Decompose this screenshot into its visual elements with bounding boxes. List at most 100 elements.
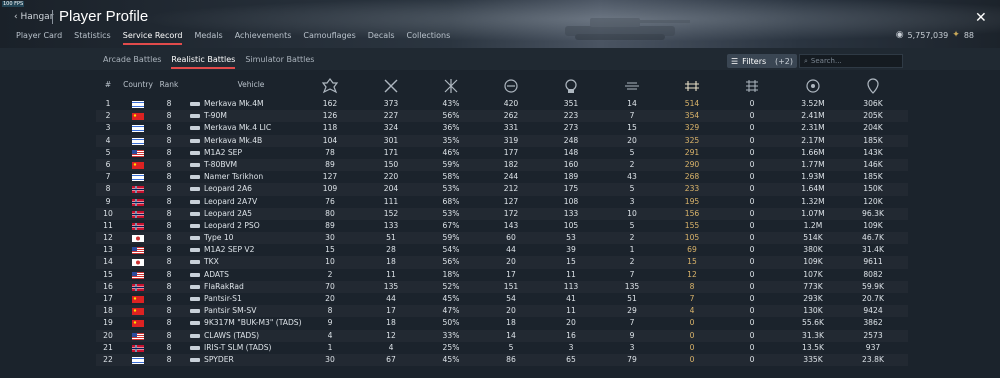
col-vehicle[interactable]: Vehicle [226, 80, 276, 89]
row-vehicle[interactable]: 9K317M "BUK-M3" (TADS) [190, 318, 302, 327]
vehicle-type-icon [190, 260, 200, 265]
stat-cell: 109K [803, 257, 823, 267]
table-row[interactable]: 21 8 IRIS-T SLM (TADS) 1 4 25% 5 3 3 0 0 13.5K 937 [96, 342, 908, 354]
table-row[interactable]: 2 8 T-90M 126 227 56% 262 223 7 354 0 2.41M 205K [96, 110, 908, 122]
tab-player-card[interactable]: Player Card [16, 31, 62, 45]
table-row[interactable]: 16 8 FlaRakRad 70 135 52% 151 113 135 8 0 773K 59.9K [96, 281, 908, 293]
table-row[interactable]: 3 8 Merkava Mk.4 LIC 118 324 36% 331 273 15 329 0 2… [96, 122, 908, 134]
row-vehicle[interactable]: Leopard 2 PSO [190, 221, 260, 230]
flag-norway-icon [132, 344, 144, 352]
tab-statistics[interactable]: Statistics [74, 31, 111, 45]
ground-kills-icon[interactable] [562, 78, 580, 94]
victories-icon[interactable] [442, 78, 460, 94]
col-rank[interactable]: Rank [156, 80, 182, 89]
row-rank: 8 [166, 306, 172, 316]
vehicle-type-icon [190, 138, 200, 143]
row-vehicle[interactable]: FlaRakRad [190, 282, 244, 291]
table-row[interactable]: 15 8 ADATS 2 11 18% 17 11 7 12 0 107K 8082 [96, 269, 908, 281]
row-vehicle[interactable]: ADATS [190, 270, 229, 279]
stat-cell: 0 [749, 233, 755, 243]
row-rank: 8 [166, 245, 172, 255]
vehicle-name: SPYDER [204, 354, 234, 364]
table-row[interactable]: 19 8 9K317M "BUK-M3" (TADS) 9 18 50% 18 20 7 0 0 55… [96, 317, 908, 329]
row-vehicle[interactable]: Leopard 2A7V [190, 197, 257, 206]
row-vehicle[interactable]: Leopard 2A6 [190, 184, 252, 193]
row-vehicle[interactable]: Merkava Mk.4B [190, 136, 262, 145]
air-kills-icon[interactable] [623, 78, 641, 94]
table-row[interactable]: 22 8 SPYDER 30 67 45% 86 65 79 0 0 335K 23.8K [96, 354, 908, 366]
row-vehicle[interactable]: CLAWS (TADS) [190, 331, 259, 340]
tab-realistic-battles[interactable]: Realistic Battles [171, 55, 236, 69]
back-button[interactable]: ‹ Hangar [14, 12, 53, 22]
table-row[interactable]: 18 8 Pantsir SM-SV 8 17 47% 20 11 29 4 0 130K 9424 [96, 305, 908, 317]
stat-cell: 185K [863, 172, 883, 182]
battles-icon[interactable] [321, 78, 339, 94]
row-vehicle[interactable]: Type 10 [190, 233, 234, 242]
table-row[interactable]: 1 8 Merkava Mk.4M 162 373 43% 420 351 14 514 0 3.52… [96, 98, 908, 110]
stat-cell: 9424 [863, 306, 883, 316]
tab-camouflages[interactable]: Camouflages [303, 31, 355, 45]
tab-decals[interactable]: Decals [368, 31, 395, 45]
deaths-icon[interactable] [502, 78, 520, 94]
row-vehicle[interactable]: IRIS-T SLM (TADS) [190, 343, 272, 352]
table-row[interactable]: 6 8 T-80BVM 89 150 59% 182 160 2 290 0 1.77M 146K [96, 159, 908, 171]
col-country[interactable]: Country [122, 80, 154, 89]
sl-icon[interactable] [864, 78, 882, 94]
stat-cell: 20 [506, 257, 516, 267]
table-row[interactable]: 5 8 M1A2 SEP 78 171 46% 177 148 5 291 0 1.66M 143K [96, 147, 908, 159]
stat-cell: 89 [325, 159, 335, 169]
activity-icon[interactable] [683, 78, 701, 94]
table-row[interactable]: 8 8 Leopard 2A6 109 204 53% 212 175 5 233 0 1.64M 15… [96, 183, 908, 195]
col-index[interactable]: # [98, 80, 118, 89]
golden-eagle-icon: ✦ [952, 30, 960, 40]
row-vehicle[interactable]: Pantsir-S1 [190, 294, 242, 303]
stat-cell: 60 [506, 233, 516, 243]
tab-simulator-battles[interactable]: Simulator Battles [245, 55, 314, 69]
naval-kills-icon[interactable] [743, 78, 761, 94]
stat-cell: 325 [684, 135, 700, 145]
tab-service-record[interactable]: Service Record [122, 31, 183, 45]
stat-cell: 69 [687, 245, 697, 255]
table-row[interactable]: 11 8 Leopard 2 PSO 89 133 67% 143 105 5 155 0 1.2M 1… [96, 220, 908, 232]
search-input[interactable]: ⌕ Search... [799, 54, 903, 68]
stat-cell: 56% [442, 111, 460, 121]
stat-cell: 33% [442, 330, 460, 340]
filters-button[interactable]: ☰ Filters (+2) [727, 54, 797, 68]
respawns-icon[interactable] [382, 78, 400, 94]
row-rank: 8 [166, 294, 172, 303]
rp-icon[interactable] [804, 78, 822, 94]
stat-cell: 67% [442, 220, 460, 230]
table-row[interactable]: 20 8 CLAWS (TADS) 4 12 33% 14 16 9 0 0 31.3K 2573 [96, 330, 908, 342]
row-vehicle[interactable]: Pantsir SM-SV [190, 306, 256, 315]
table-row[interactable]: 12 8 Type 10 30 51 59% 60 53 2 105 0 514K 46.7K [96, 232, 908, 244]
table-row[interactable]: 4 8 Merkava Mk.4B 104 301 35% 319 248 20 325 0 2.17… [96, 135, 908, 147]
row-vehicle[interactable]: SPYDER [190, 355, 234, 364]
row-vehicle[interactable]: T-80BVM [190, 160, 237, 169]
table-row[interactable]: 17 8 Pantsir-S1 20 44 45% 54 41 51 7 0 293K 20.7K [96, 293, 908, 305]
row-vehicle[interactable]: T-90M [190, 111, 227, 120]
stat-cell: 150K [863, 184, 883, 194]
stat-cell: 0 [749, 354, 755, 364]
table-row[interactable]: 14 8 TKX 10 18 56% 20 15 2 15 0 109K 9611 [96, 256, 908, 268]
table-row[interactable]: 10 8 Leopard 2A5 80 152 53% 172 133 10 156 0 1.07M 9… [96, 208, 908, 220]
stat-cell: 59% [442, 159, 460, 169]
row-vehicle[interactable]: Namer Tsrikhon [190, 172, 263, 181]
row-vehicle[interactable]: M1A2 SEP [190, 148, 242, 157]
row-vehicle[interactable]: TKX [190, 257, 219, 266]
stat-cell: 13.5K [802, 342, 824, 352]
row-vehicle[interactable]: Merkava Mk.4M [190, 99, 264, 108]
tab-medals[interactable]: Medals [194, 31, 222, 45]
tab-arcade-battles[interactable]: Arcade Battles [103, 55, 161, 69]
close-icon[interactable]: ✕ [975, 11, 987, 25]
table-row[interactable]: 9 8 Leopard 2A7V 76 111 68% 127 108 3 195 0 1.32M 12… [96, 196, 908, 208]
flag-israel-icon [132, 137, 144, 145]
stat-cell: 4 [388, 342, 394, 352]
tab-achievements[interactable]: Achievements [235, 31, 292, 45]
row-vehicle[interactable]: Leopard 2A5 [190, 209, 252, 218]
tab-collections[interactable]: Collections [407, 31, 451, 45]
table-row[interactable]: 7 8 Namer Tsrikhon 127 220 58% 244 189 43 268 0 1.9… [96, 171, 908, 183]
row-vehicle[interactable]: Merkava Mk.4 LIC [190, 123, 271, 132]
table-row[interactable]: 13 8 M1A2 SEP V2 15 28 54% 44 39 1 69 0 380K 31.4K [96, 244, 908, 256]
stat-cell: 20 [325, 294, 335, 303]
row-vehicle[interactable]: M1A2 SEP V2 [190, 245, 254, 254]
